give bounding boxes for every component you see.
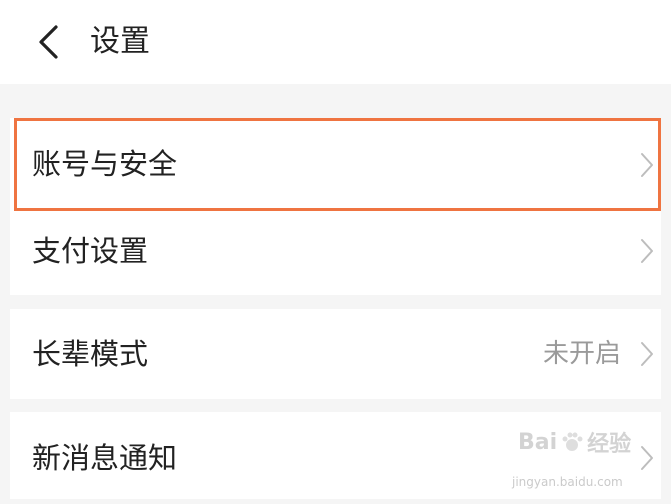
back-button[interactable]: [28, 22, 68, 62]
top-bar: 设置: [0, 0, 671, 84]
row-label: 账号与安全: [32, 147, 178, 181]
baidu-jingyan-watermark: Bai 经验: [518, 426, 631, 458]
row-label: 新消息通知: [32, 441, 178, 475]
settings-row-elder-mode[interactable]: 长辈模式 未开启: [10, 309, 661, 399]
row-label: 长辈模式: [32, 337, 149, 371]
page-title: 设置: [90, 24, 150, 59]
watermark-brand-suffix: 经验: [587, 432, 632, 457]
settings-row-payment[interactable]: 支付设置: [10, 211, 661, 295]
watermark-brand: Bai: [518, 429, 558, 455]
watermark-url: jingyan.baidu.com: [512, 475, 623, 489]
chevron-left-icon: [39, 25, 58, 59]
chevron-right-icon: [639, 118, 655, 211]
chevron-right-icon: [639, 211, 655, 291]
row-status-value: 未开启: [542, 339, 621, 369]
settings-row-account-security[interactable]: 账号与安全: [10, 118, 661, 211]
chevron-right-icon: [639, 412, 655, 504]
paw-icon: [562, 432, 583, 451]
row-label: 支付设置: [32, 234, 149, 268]
chevron-right-icon: [639, 309, 655, 399]
